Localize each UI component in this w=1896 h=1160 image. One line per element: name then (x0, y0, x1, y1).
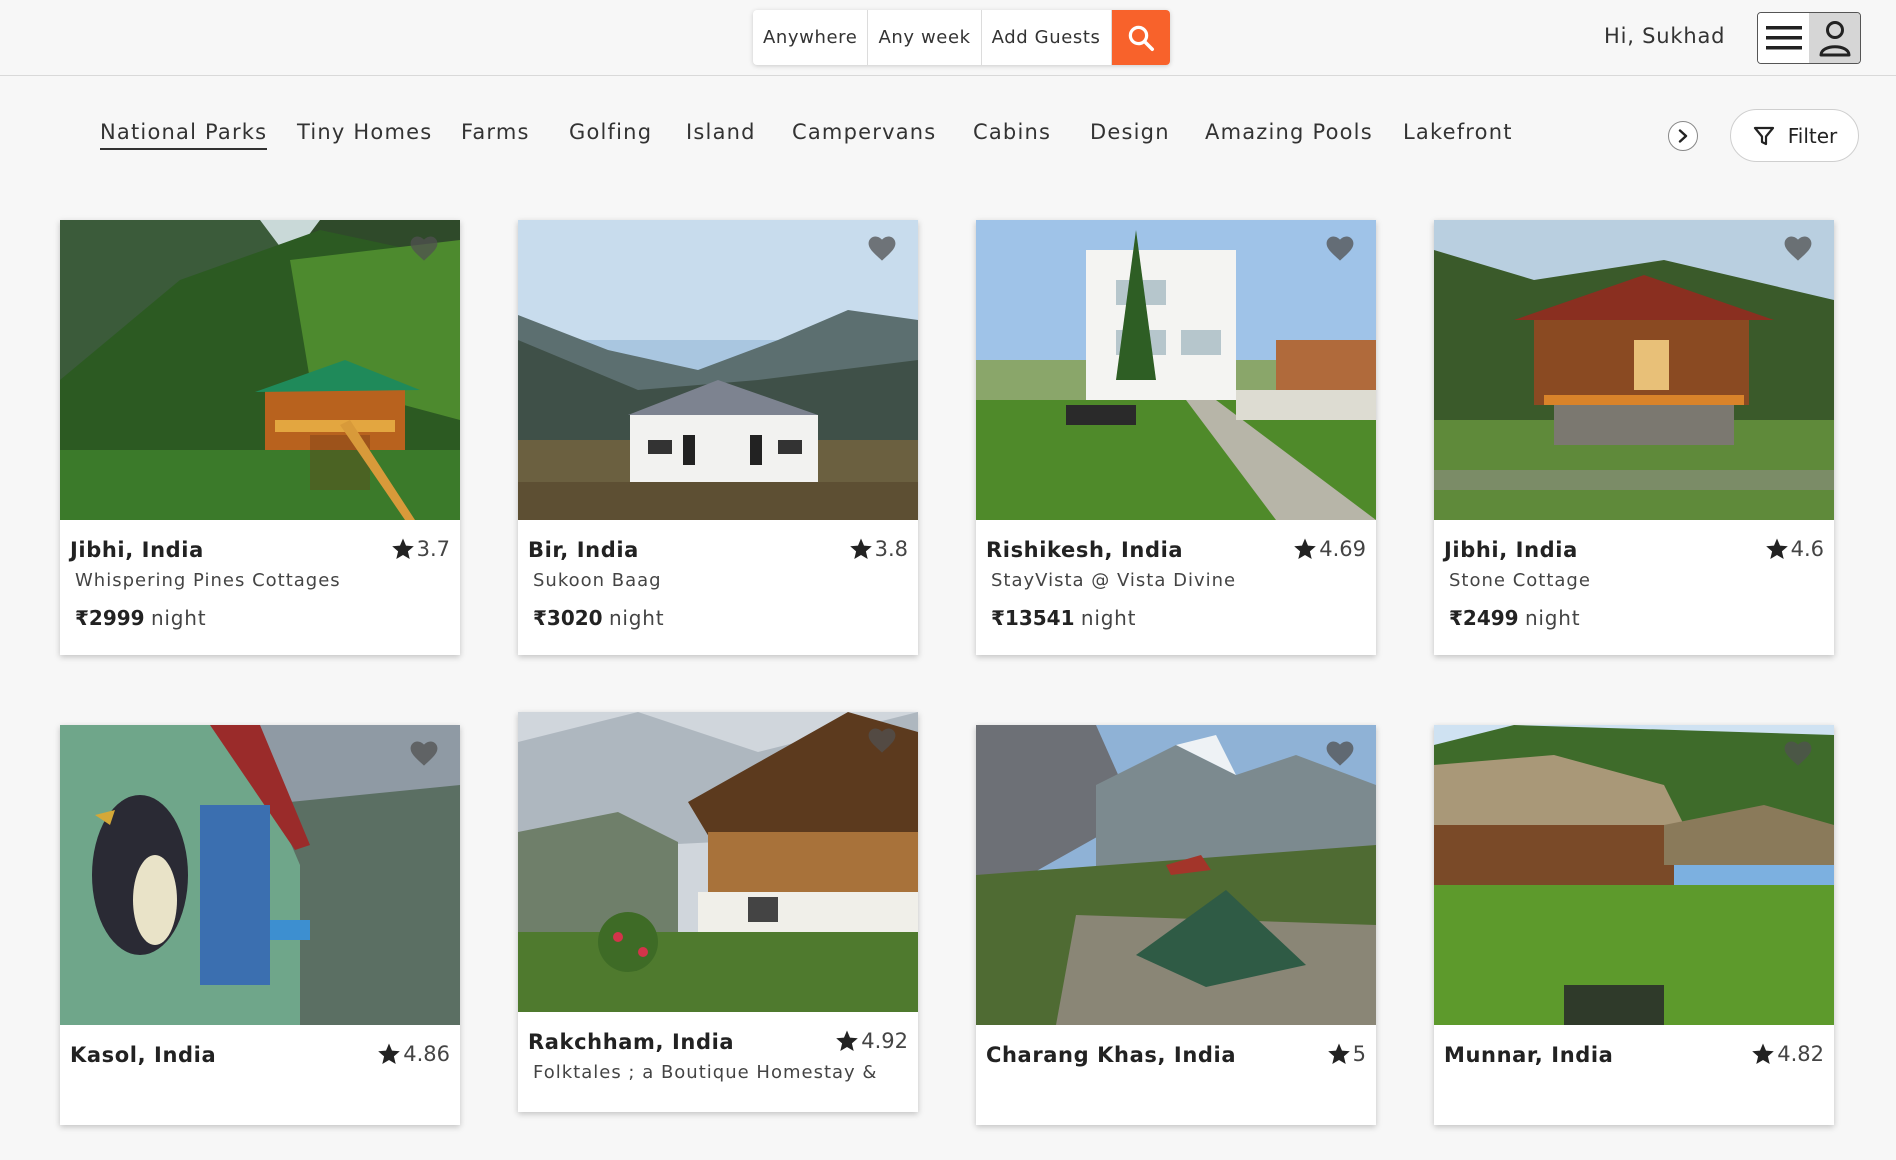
search-location[interactable]: Anywhere (753, 10, 869, 65)
filter-icon (1753, 126, 1774, 145)
listing-rating: 3.7 (391, 537, 450, 561)
category-national-parks[interactable]: National Parks (100, 120, 268, 150)
category-tiny-homes[interactable]: Tiny Homes (297, 120, 432, 148)
heart-icon[interactable] (1784, 236, 1812, 262)
top-header: Anywhere Any week Add Guests Hi, Sukhad (0, 0, 1896, 76)
heart-icon[interactable] (1326, 236, 1354, 262)
listing-card[interactable]: Rakchham, India 4.92 Folktales ; a Bouti… (518, 712, 918, 1112)
category-cabins[interactable]: Cabins (973, 120, 1051, 148)
listing-card[interactable]: Bir, India 3.8 Sukoon Baag ₹3020 night (518, 220, 918, 655)
listing-card[interactable]: Charang Khas, India 5 (976, 725, 1376, 1125)
listing-price: ₹13541 night (991, 606, 1136, 630)
listing-photo (518, 220, 918, 520)
category-farms[interactable]: Farms (461, 120, 530, 148)
heart-icon[interactable] (410, 741, 438, 767)
heart-icon[interactable] (1784, 741, 1812, 767)
filter-label: Filter (1787, 123, 1838, 148)
rating-value: 5 (1352, 1042, 1366, 1066)
search-button[interactable] (1111, 10, 1170, 65)
listing-card[interactable]: Kasol, India 4.86 (60, 725, 460, 1125)
star-icon (1752, 1043, 1775, 1064)
listing-rating: 3.8 (849, 537, 908, 561)
heart-icon[interactable] (410, 236, 438, 262)
listing-card[interactable]: Jibhi, India 4.6 Stone Cottage ₹2499 nig… (1434, 220, 1834, 655)
account-icon[interactable] (1809, 13, 1860, 63)
listing-photo (1434, 220, 1834, 520)
listing-card[interactable]: Rishikesh, India 4.69 StayVista @ Vista … (976, 220, 1376, 655)
star-icon (391, 538, 414, 559)
user-greeting: Hi, Sukhad (1604, 24, 1726, 48)
listing-location: Bir, India (528, 538, 639, 562)
category-golfing[interactable]: Golfing (569, 120, 652, 148)
price-value: ₹13541 (991, 606, 1075, 630)
menu-icon[interactable] (1758, 13, 1809, 63)
price-value: ₹2999 (75, 606, 145, 630)
price-value: ₹2499 (1449, 606, 1519, 630)
rating-value: 4.86 (403, 1042, 450, 1066)
rating-value: 3.7 (416, 537, 450, 561)
rating-value: 3.8 (874, 537, 908, 561)
listing-price: ₹2999 night (75, 606, 206, 630)
listing-name: Whispering Pines Cottages (75, 570, 341, 591)
price-unit: night (1524, 606, 1581, 630)
price-unit: night (608, 606, 665, 630)
category-next-button[interactable] (1668, 121, 1698, 151)
listing-price: ₹3020 night (533, 606, 664, 630)
star-icon (1765, 538, 1788, 559)
listing-location: Jibhi, India (70, 538, 204, 562)
listing-card[interactable]: Munnar, India 4.82 (1434, 725, 1834, 1125)
listing-photo (518, 712, 918, 1012)
search-icon (1128, 25, 1154, 51)
listing-location: Rishikesh, India (986, 538, 1184, 562)
price-value: ₹3020 (533, 606, 603, 630)
listing-rating: 4.92 (835, 1029, 908, 1053)
listing-price: ₹2499 night (1449, 606, 1580, 630)
listing-location: Rakchham, India (528, 1030, 735, 1054)
star-icon (1327, 1043, 1350, 1064)
listing-photo (1434, 725, 1834, 1025)
price-unit: night (150, 606, 207, 630)
heart-icon[interactable] (868, 728, 896, 754)
listing-rating: 4.82 (1751, 1042, 1824, 1066)
star-icon (836, 1030, 859, 1051)
category-island[interactable]: Island (686, 120, 756, 148)
listing-photo (976, 725, 1376, 1025)
listing-name: Sukoon Baag (533, 570, 662, 591)
heart-icon[interactable] (868, 236, 896, 262)
listing-rating: 5 (1327, 1042, 1366, 1066)
listing-photo (60, 725, 460, 1025)
category-amazing-pools[interactable]: Amazing Pools (1205, 120, 1373, 148)
category-bar: National Parks Tiny Homes Farms Golfing … (0, 110, 1896, 162)
listing-rating: 4.69 (1293, 537, 1366, 561)
listing-rating: 4.6 (1765, 537, 1824, 561)
rating-value: 4.82 (1777, 1042, 1824, 1066)
search-guests[interactable]: Add Guests (982, 10, 1112, 65)
listing-location: Kasol, India (70, 1043, 217, 1067)
listing-name: StayVista @ Vista Divine (991, 570, 1237, 591)
search-dates[interactable]: Any week (868, 10, 982, 65)
listing-name: Stone Cottage (1449, 570, 1591, 591)
heart-icon[interactable] (1326, 741, 1354, 767)
rating-value: 4.6 (1790, 537, 1824, 561)
price-unit: night (1080, 606, 1137, 630)
category-design[interactable]: Design (1090, 120, 1170, 148)
user-menu-button[interactable] (1757, 12, 1861, 64)
listing-location: Jibhi, India (1444, 538, 1578, 562)
search-bar[interactable]: Anywhere Any week Add Guests (753, 10, 1170, 65)
category-campervans[interactable]: Campervans (792, 120, 936, 148)
listing-photo (976, 220, 1376, 520)
category-lakefront[interactable]: Lakefront (1403, 120, 1513, 148)
listing-rating: 4.86 (377, 1042, 450, 1066)
rating-value: 4.69 (1319, 537, 1366, 561)
star-icon (849, 538, 872, 559)
star-icon (378, 1043, 401, 1064)
listing-card[interactable]: Jibhi, India 3.7 Whispering Pines Cottag… (60, 220, 460, 655)
listing-photo (60, 220, 460, 520)
rating-value: 4.92 (861, 1029, 908, 1053)
chevron-right-icon (1678, 129, 1688, 143)
filter-button[interactable]: Filter (1730, 109, 1859, 162)
star-icon (1294, 538, 1317, 559)
listing-location: Charang Khas, India (986, 1043, 1237, 1067)
listing-location: Munnar, India (1444, 1043, 1614, 1067)
